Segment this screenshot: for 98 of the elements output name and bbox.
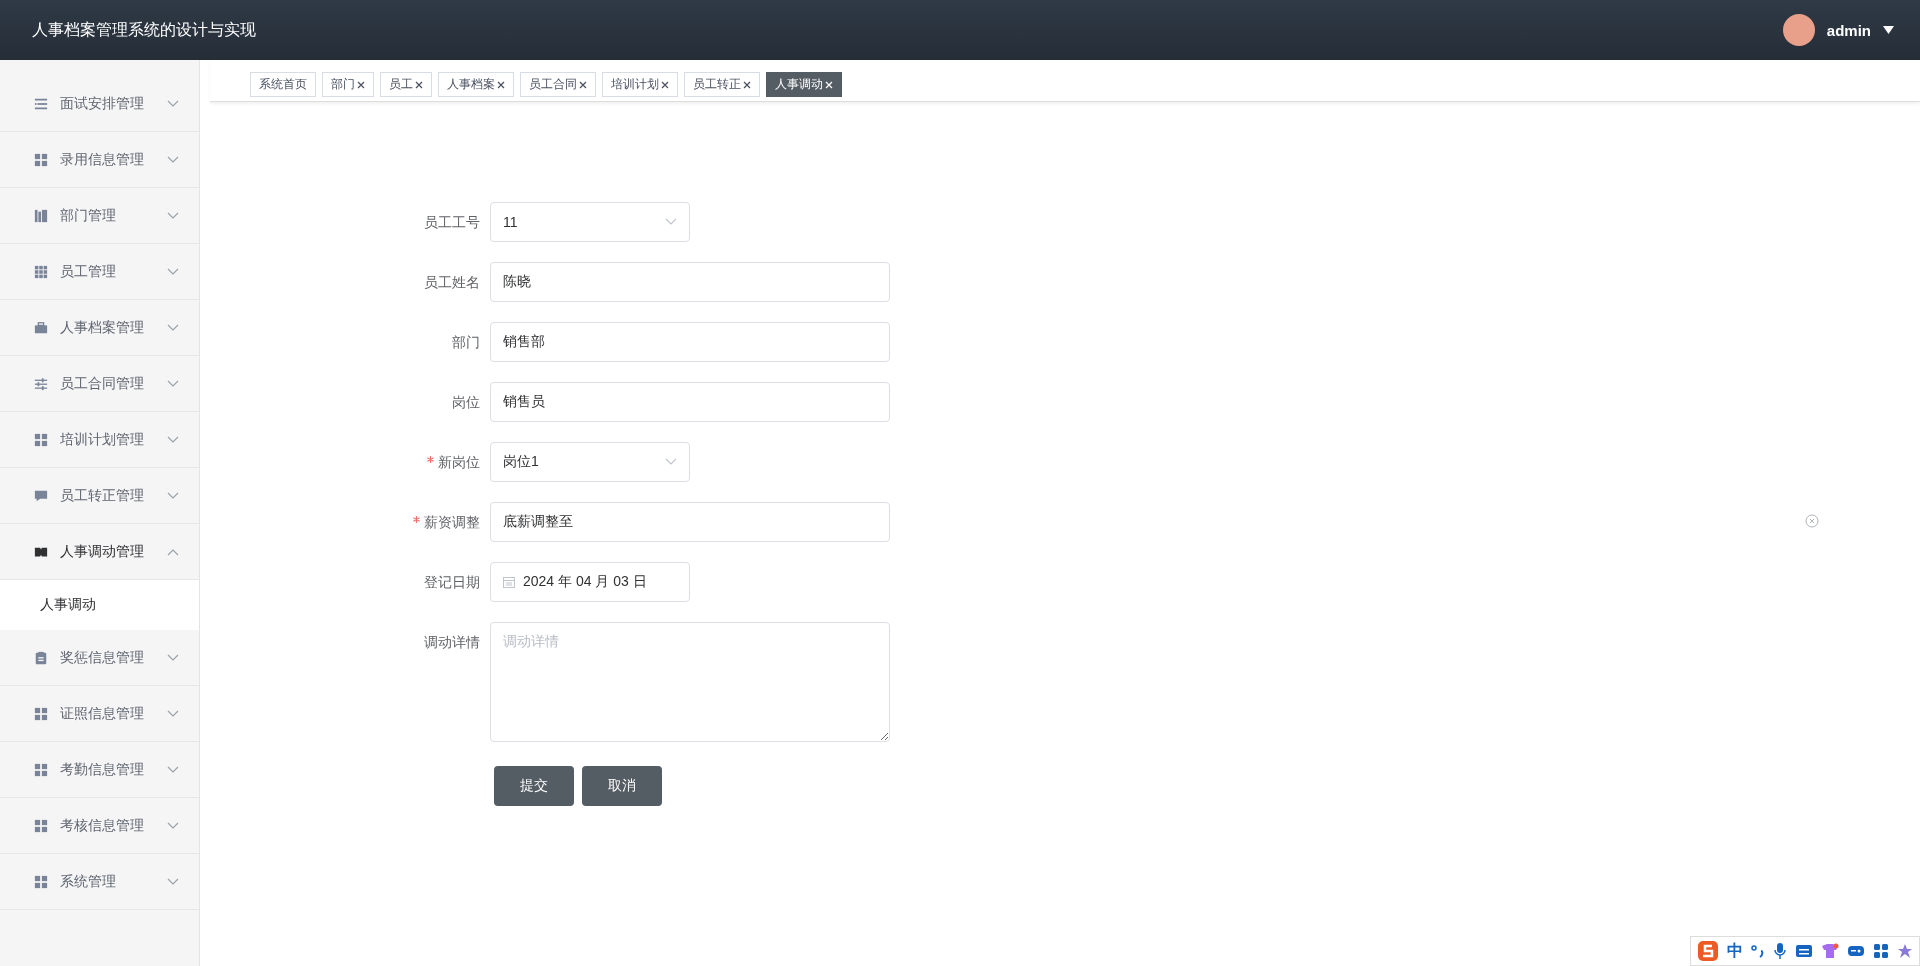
form-button[interactable]: 取消 [582, 766, 662, 806]
chevron-icon [167, 435, 179, 444]
select-value: 11 [503, 214, 518, 230]
user-avatar[interactable] [1782, 14, 1815, 46]
select-field[interactable]: 岗位1 [490, 442, 690, 482]
menu-item[interactable]: 员工管理 [0, 244, 199, 300]
input-value: 销售部 [503, 333, 545, 351]
grid-icon [34, 706, 48, 721]
tab[interactable]: 系统首页 [250, 72, 316, 97]
chevron-icon [167, 267, 179, 276]
list-icon [34, 96, 48, 111]
close-icon[interactable] [743, 80, 751, 89]
chevron-icon [167, 323, 179, 332]
menu-item[interactable]: 培训计划管理 [0, 412, 199, 468]
close-icon[interactable] [497, 80, 505, 89]
chevron-icon [167, 155, 179, 164]
gamepad-icon[interactable] [1847, 944, 1865, 958]
chevron-icon [167, 547, 179, 556]
close-icon[interactable] [415, 80, 423, 89]
chevron-icon [167, 99, 179, 108]
chevron-icon [167, 379, 179, 388]
submenu-item[interactable]: 人事调动 [0, 580, 199, 630]
chevron-icon [665, 458, 677, 466]
tab[interactable]: 员工合同 [520, 72, 596, 97]
app-title: 人事档案管理系统的设计与实现 [32, 19, 257, 40]
grid-icon [34, 818, 48, 833]
chevron-icon [167, 709, 179, 718]
microphone-icon[interactable] [1773, 942, 1787, 960]
tab[interactable]: 人事调动 [766, 72, 842, 97]
tab[interactable]: 员工转正 [684, 72, 760, 97]
tab[interactable]: 部门 [322, 72, 374, 97]
grid-icon [34, 874, 48, 889]
chevron-icon [167, 491, 179, 500]
menu-item[interactable]: 面试安排管理 [0, 76, 199, 132]
s-logo-icon[interactable] [1697, 940, 1719, 962]
chevron-icon [167, 877, 179, 886]
field-label: 登记日期 [423, 573, 481, 592]
field-label: 新岗位 [200, 442, 490, 482]
input-value: 底薪调整至 [503, 513, 573, 531]
input-field[interactable]: 销售部 [490, 322, 890, 362]
close-icon[interactable] [357, 80, 365, 89]
field-label: 部门 [451, 333, 481, 352]
menu-item[interactable]: 员工合同管理 [0, 356, 199, 412]
grid-icon[interactable] [1873, 943, 1889, 959]
field-label: 员工姓名 [423, 273, 481, 292]
chevron-icon [665, 218, 677, 226]
required-icon [413, 516, 420, 523]
grid-icon [34, 762, 48, 777]
chevron-icon [167, 821, 179, 830]
field-label: 岗位 [451, 393, 481, 412]
keyboard-icon[interactable] [1795, 944, 1813, 958]
field-label: 薪资调整 [200, 502, 490, 542]
chat-icon [34, 488, 48, 503]
menu-item[interactable]: 部门管理 [0, 188, 199, 244]
form-button[interactable]: 提交 [494, 766, 574, 806]
menu-item[interactable]: 考勤信息管理 [0, 742, 199, 798]
grid-icon [34, 152, 48, 167]
input-field[interactable]: 陈晓 [490, 262, 890, 302]
select-field[interactable]: 11 [490, 202, 690, 242]
shirt-icon[interactable] [1821, 943, 1839, 959]
punctuation-icon[interactable] [1751, 943, 1765, 959]
date-value: 2024 年 04 月 03 日 [523, 573, 647, 591]
chevron-icon [167, 211, 179, 220]
star-icon[interactable] [1897, 943, 1913, 959]
input-value: 销售员 [503, 393, 545, 411]
close-icon[interactable] [579, 80, 587, 89]
briefcase-icon [34, 320, 48, 335]
menu-item[interactable]: 考核信息管理 [0, 798, 199, 854]
books-icon [34, 208, 48, 223]
caret-icon[interactable] [1883, 26, 1894, 34]
chevron-icon [167, 653, 179, 662]
menu-item[interactable]: 录用信息管理 [0, 132, 199, 188]
user-name[interactable]: admin [1826, 21, 1871, 39]
menu-item[interactable]: 人事档案管理 [0, 300, 199, 356]
menu-item[interactable]: 系统管理 [0, 854, 199, 910]
clipboard-icon [34, 650, 48, 665]
input-field[interactable]: 底薪调整至 [490, 502, 890, 542]
field-label: 员工工号 [423, 213, 481, 232]
date-field[interactable]: 2024 年 04 月 03 日 [490, 562, 690, 602]
field-label: 调动详情 [423, 633, 481, 652]
menu-item[interactable]: 员工转正管理 [0, 468, 199, 524]
tab[interactable]: 人事档案 [438, 72, 514, 97]
input-value: 陈晓 [503, 273, 531, 291]
textarea-field[interactable]: 调动详情 [490, 622, 890, 742]
grid-icon [34, 432, 48, 447]
input-mode-toggle[interactable]: 中 [1727, 940, 1743, 962]
input-field[interactable]: 销售员 [490, 382, 890, 422]
calendar-icon [503, 576, 515, 588]
tab[interactable]: 员工 [380, 72, 432, 97]
menu-item[interactable]: 证照信息管理 [0, 686, 199, 742]
select-value: 岗位1 [503, 453, 539, 471]
sliders-icon [34, 376, 48, 391]
required-icon [427, 456, 434, 463]
grid-icon [34, 264, 48, 279]
chevron-icon [167, 765, 179, 774]
close-icon[interactable] [661, 80, 669, 89]
tab[interactable]: 培训计划 [602, 72, 678, 97]
menu-item[interactable]: 奖惩信息管理 [0, 630, 199, 686]
